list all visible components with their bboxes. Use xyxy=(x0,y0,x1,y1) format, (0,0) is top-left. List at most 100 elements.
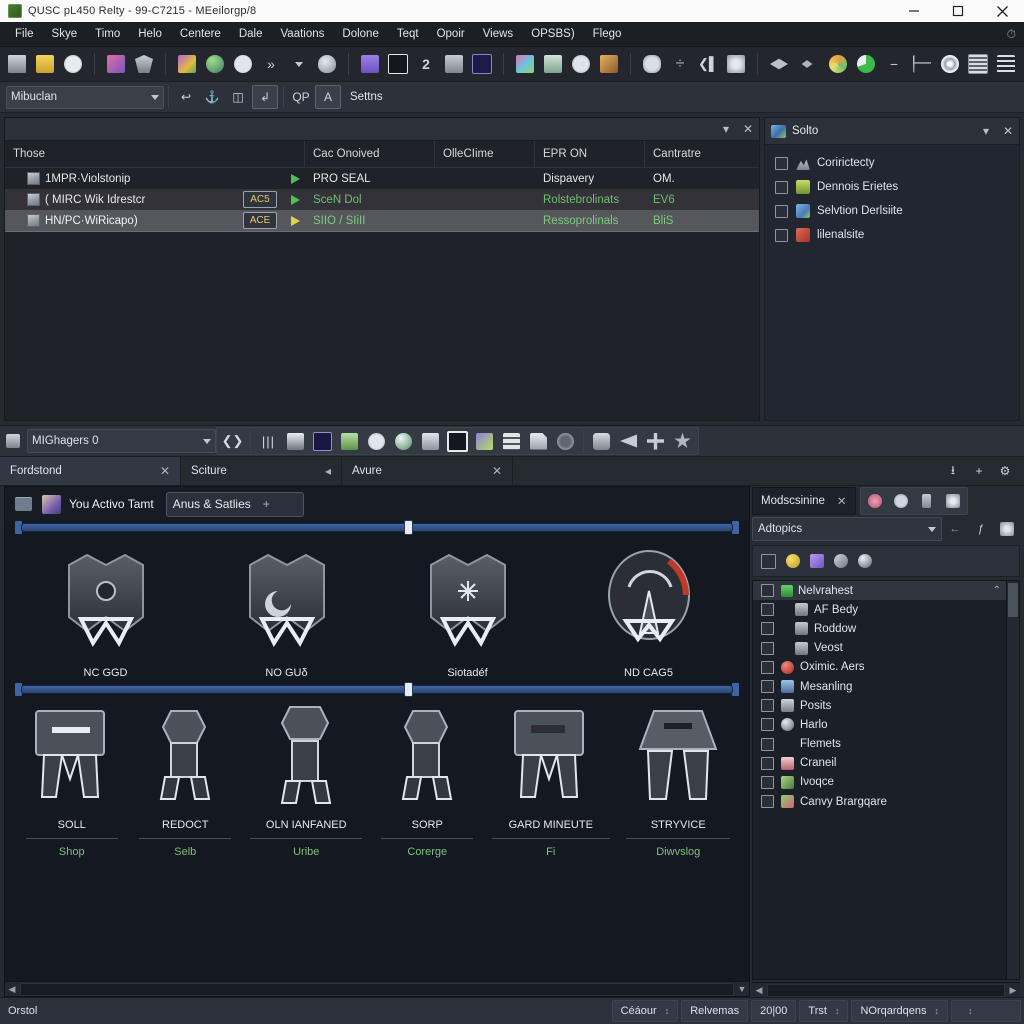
splitter-top-handle[interactable] xyxy=(405,520,413,534)
paint-icon[interactable] xyxy=(825,51,851,77)
list-item[interactable]: AF Βedy xyxy=(753,600,1019,619)
checkbox[interactable] xyxy=(761,718,774,732)
left-arrow-icon[interactable] xyxy=(615,429,642,453)
clock-icon[interactable] xyxy=(60,51,86,77)
globe-green-icon[interactable] xyxy=(390,429,417,453)
palette-icon[interactable] xyxy=(174,51,200,77)
splitter-top[interactable] xyxy=(5,520,749,534)
splitter-mid-track[interactable] xyxy=(22,682,732,696)
checkbox[interactable] xyxy=(761,680,774,694)
spinner-icon[interactable]: ↕ xyxy=(665,1006,670,1016)
globe-icon[interactable] xyxy=(202,51,228,77)
close-icon[interactable]: ✕ xyxy=(837,494,847,508)
star-icon[interactable] xyxy=(669,429,696,453)
plus-icon[interactable]: + xyxy=(263,497,270,511)
menu-item-dale[interactable]: Dale xyxy=(230,25,272,43)
splitter-mid[interactable] xyxy=(5,682,749,696)
route-icon[interactable]: ↲ xyxy=(252,85,278,109)
dock-list-scrollbar[interactable] xyxy=(1006,581,1019,979)
save-icon[interactable] xyxy=(441,51,467,77)
canvas-horizontal-scrollbar[interactable]: ◀ ▼ xyxy=(5,981,749,996)
target-icon[interactable] xyxy=(937,51,963,77)
status-cell-colour[interactable]: Céáour ↕ xyxy=(611,1000,679,1022)
settings2-icon[interactable]: ⚙ xyxy=(993,460,1017,482)
tools-icon[interactable] xyxy=(417,429,444,453)
moon-icon[interactable] xyxy=(786,554,800,568)
settings-label[interactable]: Settns xyxy=(350,91,383,103)
tab-fordstond[interactable]: Fordstond ✕ xyxy=(0,457,181,485)
close-icon[interactable]: ✕ xyxy=(492,464,502,478)
mode-combobox[interactable]: Mibuclan xyxy=(6,85,164,109)
prev-icon[interactable]: ← xyxy=(942,517,968,541)
close-icon[interactable]: ✕ xyxy=(160,464,170,478)
spinner-icon[interactable]: ↕ xyxy=(968,1006,973,1016)
menu-item-skye[interactable]: Skye xyxy=(43,25,87,43)
spinner-icon[interactable]: ↕ xyxy=(935,1006,940,1016)
play-icon[interactable] xyxy=(363,429,390,453)
checkbox[interactable] xyxy=(775,204,788,218)
tab-modscsinine[interactable]: Modscsinine ✕ xyxy=(752,487,856,515)
checkbox[interactable] xyxy=(775,180,788,194)
balloon-icon[interactable] xyxy=(314,51,340,77)
pie-icon[interactable] xyxy=(853,51,879,77)
undo-icon[interactable]: ↩ xyxy=(174,86,198,108)
scroll-left-icon[interactable]: ◀ xyxy=(752,984,766,997)
menu-item-flego[interactable]: Flego xyxy=(584,25,631,43)
list-item[interactable]: Flemets xyxy=(753,735,1019,754)
prev-next-icon[interactable]: ❮❯ xyxy=(219,429,246,453)
column-header-cantratre[interactable]: Cantratre xyxy=(645,141,735,167)
column-header-olleclime[interactable]: OlleCIime xyxy=(435,141,535,167)
list-item[interactable]: lilenalsite xyxy=(765,223,1019,247)
sphere-icon[interactable] xyxy=(858,554,872,568)
list-item[interactable]: Posits xyxy=(753,696,1019,715)
camera-icon[interactable] xyxy=(639,51,665,77)
menu-item-opsbs[interactable]: OPSBS) xyxy=(522,25,583,43)
rip-icon[interactable] xyxy=(471,429,498,453)
dock-object-list[interactable]: Nelvrahest ⌃ AF Βedy Roddow Veost Oximic… xyxy=(752,580,1020,980)
checkbox[interactable] xyxy=(761,737,774,751)
checkbox[interactable] xyxy=(761,553,776,569)
burst2-icon[interactable] xyxy=(994,517,1020,541)
checkbox[interactable] xyxy=(775,156,788,170)
letter-icon[interactable]: ƒ xyxy=(968,517,994,541)
list-item[interactable]: Veost xyxy=(753,639,1019,658)
checkbox[interactable] xyxy=(775,228,788,242)
export-icon[interactable]: ⭳ xyxy=(941,460,965,482)
checkbox[interactable] xyxy=(761,756,774,770)
delete-icon[interactable] xyxy=(914,489,940,513)
close-icon[interactable]: ✕ xyxy=(997,121,1019,141)
list-item[interactable]: Craneil xyxy=(753,754,1019,773)
status-cell-trst[interactable]: Trst ↕ xyxy=(799,1000,849,1022)
splitter-mid-handle[interactable] xyxy=(405,682,413,696)
chevrons-right-icon[interactable]: » xyxy=(258,51,284,77)
checkbox[interactable] xyxy=(761,584,774,598)
column-header-cac[interactable]: Cac Onoived xyxy=(305,141,435,167)
checkbox[interactable] xyxy=(761,660,774,674)
menu-item-centere[interactable]: Centere xyxy=(171,25,230,43)
gallery-item[interactable]: REDOCT Selb xyxy=(130,705,240,858)
chart-icon[interactable] xyxy=(103,51,129,77)
scroll-right-icon[interactable]: ▶ xyxy=(1006,984,1020,997)
close-icon[interactable]: ✕ xyxy=(737,119,759,139)
menu-item-opoir[interactable]: Opoir xyxy=(428,25,474,43)
back-arrow-icon[interactable]: ❮▌ xyxy=(695,51,721,77)
close-button[interactable] xyxy=(980,0,1024,22)
diamond-icon[interactable] xyxy=(766,51,792,77)
brain-icon[interactable] xyxy=(862,489,888,513)
clock-icon[interactable]: ⏱ xyxy=(1007,27,1016,42)
adobe-icon[interactable] xyxy=(336,429,363,453)
quick-preview-button[interactable]: QP xyxy=(289,86,313,108)
dock-horizontal-scrollbar[interactable]: ◀ ▶ xyxy=(752,982,1020,997)
versions-icon[interactable] xyxy=(357,51,383,77)
list-item[interactable]: Nelvrahest ⌃ xyxy=(753,581,1019,601)
list-item[interactable]: Iνoqce xyxy=(753,773,1019,792)
plus-icon[interactable] xyxy=(642,429,669,453)
status-cell-value[interactable]: 20|00 xyxy=(751,1000,797,1022)
adtopics-combobox[interactable]: Adtopics xyxy=(752,517,942,541)
gallery-item[interactable]: SOLL Shop xyxy=(17,705,127,858)
anchor-icon[interactable]: ⚓ xyxy=(200,86,224,108)
atom-icon[interactable] xyxy=(940,489,966,513)
minimize-button[interactable] xyxy=(892,0,936,22)
splitter-top-track[interactable] xyxy=(22,520,732,534)
camera2-icon[interactable] xyxy=(588,429,615,453)
